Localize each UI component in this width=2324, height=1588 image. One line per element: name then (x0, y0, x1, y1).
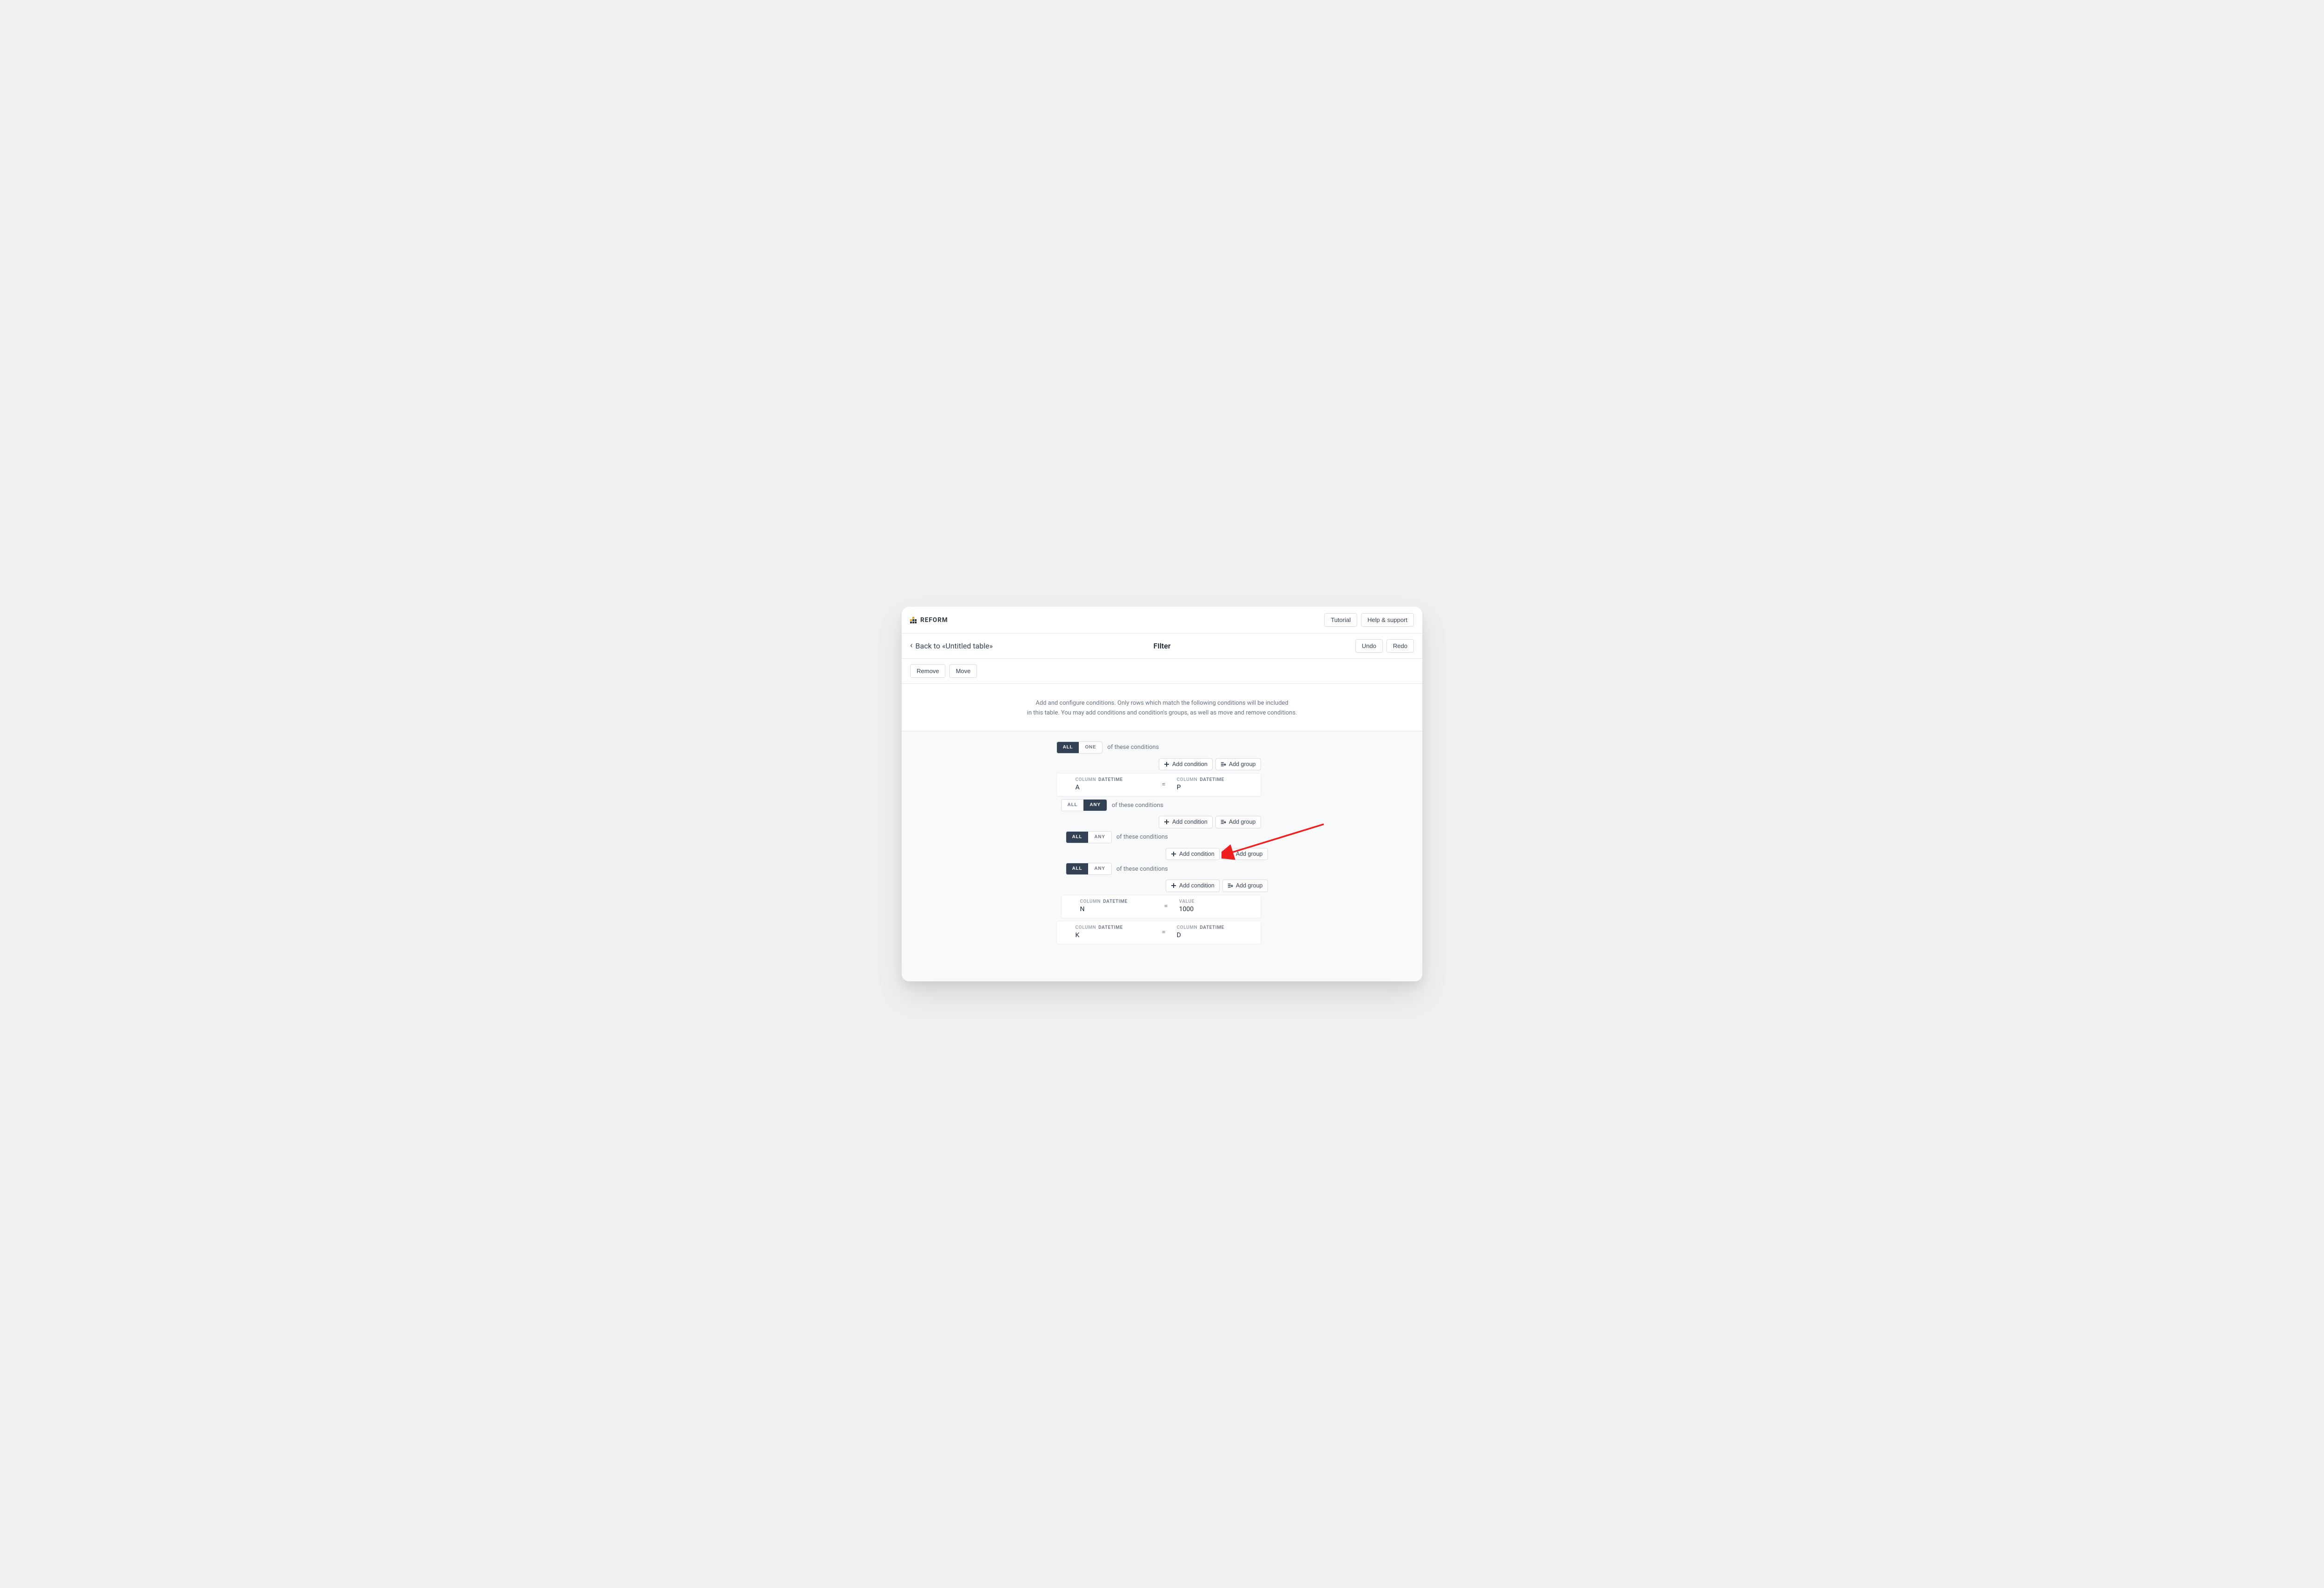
breadcrumb-label: Back to «Untitled table» (915, 642, 993, 650)
match-label: of these conditions (1112, 802, 1163, 809)
condition-left: COLUMNDATETIME N (1080, 899, 1153, 913)
brand-logo-icon (910, 617, 917, 623)
toggle-one[interactable]: ONE (1079, 742, 1102, 753)
condition-right: COLUMNDATETIME P (1177, 777, 1252, 791)
toggle-any[interactable]: ANY (1083, 800, 1107, 811)
back-breadcrumb[interactable]: ‹ Back to «Untitled table» (910, 642, 993, 650)
page-title: FIlter (1154, 642, 1171, 650)
match-label: of these conditions (1116, 834, 1168, 840)
match-toggle-nested-3: ALL ANY (1066, 863, 1112, 875)
filter-stack: ALL ONE of these conditions Add conditio… (1056, 741, 1268, 944)
undo-button[interactable]: Undo (1355, 639, 1383, 653)
tutorial-button[interactable]: Tutorial (1324, 613, 1357, 627)
match-toggle-root: ALL ONE (1056, 741, 1103, 754)
operator-equals: = (1158, 928, 1169, 936)
history-actions: Undo Redo (1355, 639, 1414, 653)
condition-left-value: K (1076, 932, 1151, 939)
group-nested-3: ALL ANY of these conditions Add conditio… (1066, 863, 1268, 892)
operator-equals: = (1160, 902, 1171, 910)
description: Add and configure conditions. Only rows … (902, 684, 1422, 731)
match-toggle-nested-2: ALL ANY (1066, 831, 1112, 843)
add-condition-button[interactable]: Add condition (1166, 880, 1220, 892)
condition-row[interactable]: COLUMNDATETIME A = COLUMNDATETIME P (1056, 773, 1261, 796)
group-nested-2: ALL ANY of these conditions Add conditio… (1066, 831, 1268, 860)
condition-left-value: A (1076, 784, 1151, 791)
condition-right: COLUMNDATETIME D (1177, 925, 1252, 939)
toggle-all[interactable]: ALL (1057, 742, 1079, 753)
description-line-2: in this table. You may add conditions an… (913, 708, 1411, 718)
app-window: REFORM Tutorial Help & support ‹ Back to… (902, 607, 1422, 981)
condition-left-value: N (1080, 906, 1153, 913)
remove-button[interactable]: Remove (910, 664, 945, 678)
redo-button[interactable]: Redo (1386, 639, 1414, 653)
plus-icon (1171, 883, 1176, 888)
condition-right: VALUE 1000 (1179, 899, 1252, 913)
condition-row[interactable]: COLUMNDATETIME N = VALUE 1000 (1061, 895, 1261, 918)
move-button[interactable]: Move (949, 664, 977, 678)
condition-right-value: 1000 (1179, 906, 1252, 913)
match-label: of these conditions (1107, 744, 1159, 751)
chevron-left-icon: ‹ (910, 642, 912, 650)
condition-left: COLUMNDATETIME K (1076, 925, 1151, 939)
brand-name: REFORM (920, 616, 948, 624)
plus-icon (1164, 819, 1169, 825)
condition-left: COLUMNDATETIME A (1076, 777, 1151, 791)
subheader: ‹ Back to «Untitled table» FIlter Undo R… (902, 634, 1422, 659)
toggle-any[interactable]: ANY (1088, 832, 1111, 843)
brand: REFORM (910, 616, 948, 624)
toggle-all[interactable]: ALL (1066, 863, 1089, 874)
help-support-button[interactable]: Help & support (1361, 613, 1414, 627)
topbar: REFORM Tutorial Help & support (902, 607, 1422, 634)
add-group-button[interactable]: Add group (1222, 848, 1268, 860)
toolbar: Remove Move (902, 659, 1422, 684)
add-group-icon (1221, 819, 1226, 825)
description-line-1: Add and configure conditions. Only rows … (913, 699, 1411, 708)
add-group-button[interactable]: Add group (1215, 816, 1261, 828)
group-root: ALL ONE of these conditions Add conditio… (1056, 741, 1261, 771)
condition-row[interactable]: COLUMNDATETIME K = COLUMNDATETIME D (1056, 921, 1261, 944)
add-group-icon (1228, 883, 1233, 888)
add-condition-button[interactable]: Add condition (1159, 816, 1213, 828)
condition-right-value: D (1177, 932, 1252, 939)
add-condition-button[interactable]: Add condition (1159, 758, 1213, 771)
match-toggle-nested-1: ALL ANY (1061, 799, 1107, 811)
operator-equals: = (1158, 780, 1169, 788)
filter-canvas: ALL ONE of these conditions Add conditio… (902, 731, 1422, 981)
add-group-icon (1228, 851, 1233, 857)
plus-icon (1171, 851, 1176, 857)
add-group-button[interactable]: Add group (1222, 880, 1268, 892)
toggle-all[interactable]: ALL (1062, 800, 1084, 811)
add-group-button[interactable]: Add group (1215, 758, 1261, 771)
plus-icon (1164, 761, 1169, 767)
match-label: of these conditions (1116, 866, 1168, 873)
group-nested-1: ALL ANY of these conditions Add conditio… (1061, 799, 1261, 828)
add-condition-button[interactable]: Add condition (1166, 848, 1220, 860)
toggle-all[interactable]: ALL (1066, 832, 1089, 843)
toggle-any[interactable]: ANY (1088, 863, 1111, 874)
condition-right-value: P (1177, 784, 1252, 791)
topbar-actions: Tutorial Help & support (1324, 613, 1414, 627)
add-group-icon (1221, 761, 1226, 767)
